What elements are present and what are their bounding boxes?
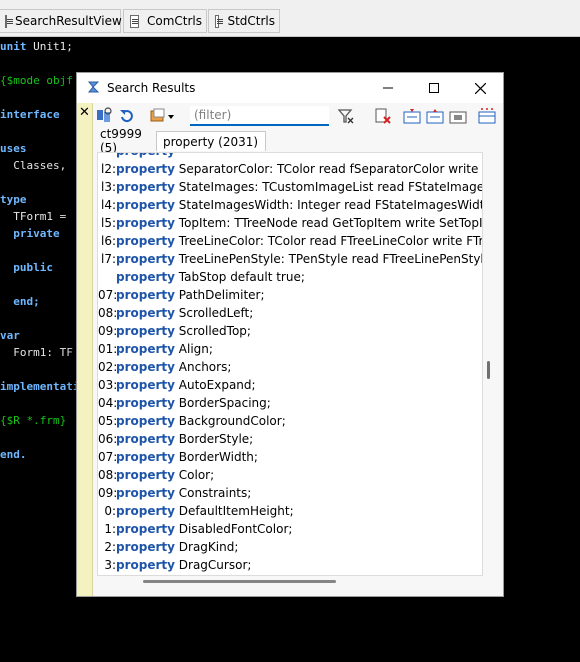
result-tab-ct9999[interactable]: ct9999 (5) [94, 127, 154, 155]
list-item[interactable]: l4:property StateImagesWidth: Integer re… [98, 196, 482, 214]
editor-tab-searchresultview[interactable]: SearchResultView [0, 9, 122, 33]
result-tab-property[interactable]: property (2031) [156, 131, 266, 151]
list-item[interactable]: 06:property BorderStyle; [98, 430, 253, 448]
list-item[interactable]: 09:property ScrolledTop; [98, 322, 251, 340]
collapse-all-icon[interactable] [426, 107, 444, 125]
code-line: uses [0, 142, 27, 155]
list-item[interactable]: 05:property BackgroundColor; [98, 412, 286, 430]
list-item[interactable]: 02:property Anchors; [98, 358, 231, 376]
code-line: {$R *.frm} [0, 414, 67, 427]
close-panel-strip: ✕ [77, 103, 93, 596]
code-line: unit Unit1; [0, 40, 73, 53]
maximize-icon [429, 83, 439, 93]
result-tabs: ct9999 (5) property (2031) [93, 127, 501, 155]
list-item[interactable]: 3:property DragCursor; [98, 556, 251, 574]
editor-tab-label: ComCtrls [146, 14, 202, 28]
editor-tab-label: StdCtrls [227, 14, 275, 28]
document-icon [130, 14, 139, 28]
code-line: var [0, 329, 20, 342]
window-titlebar[interactable]: Search Results [77, 73, 503, 103]
editor-tab-bar: SearchResultView ComCtrls StdCtrls [0, 0, 580, 37]
list-item[interactable]: l5:property TopItem: TTreeNode read GetT… [98, 214, 482, 232]
code-line: private [0, 227, 60, 240]
code-line: TForm1 = [0, 210, 67, 223]
editor-tab-comctrls[interactable]: ComCtrls [123, 9, 207, 33]
code-line: interface [0, 108, 60, 121]
list-item[interactable]: 2:property DragKind; [98, 538, 238, 556]
list-item[interactable]: 08:property Color; [98, 466, 214, 484]
close-page-icon[interactable] [374, 107, 392, 125]
list-item[interactable]: l6:property TreeLineColor: TColor read F… [98, 232, 482, 250]
close-icon [474, 82, 486, 94]
search-results-app-icon [87, 81, 100, 93]
copy-dropdown-icon[interactable] [149, 107, 177, 125]
filter-input[interactable] [190, 106, 329, 126]
code-line: end; [0, 295, 40, 308]
code-line: type [0, 193, 27, 206]
code-line: Form1: TF [0, 346, 73, 359]
list-item[interactable]: 08:property ScrolledLeft; [98, 304, 253, 322]
code-line: end. [0, 448, 27, 461]
list-item[interactable]: 07:property BorderWidth; [98, 448, 258, 466]
list-item[interactable]: 01:property Align; [98, 340, 213, 358]
list-item[interactable]: l3:property StateImages: TCustomImageLis… [98, 178, 482, 196]
minimize-icon [383, 87, 393, 89]
list-item[interactable]: l2:property SeparatorColor: TColor read … [98, 160, 482, 178]
code-line: Classes, [0, 159, 67, 172]
document-icon [215, 14, 224, 28]
maximize-button[interactable] [411, 73, 457, 103]
search-results-window: Search Results ✕ (filter) ct9999 (5) pro… [76, 72, 504, 597]
close-panel-button[interactable]: ✕ [79, 105, 90, 120]
document-icon [5, 14, 13, 28]
list-item[interactable]: 1:property DisabledFontColor; [98, 520, 292, 538]
editor-tab-label: SearchResultView [15, 14, 122, 28]
clear-filter-icon[interactable] [337, 107, 355, 125]
list-item[interactable]: 04:property BorderSpacing; [98, 394, 271, 412]
list-item[interactable]: property [98, 153, 175, 160]
close-window-button[interactable] [457, 73, 503, 103]
minimize-button[interactable] [365, 73, 411, 103]
list-item[interactable]: 09:property Constraints; [98, 484, 251, 502]
list-item[interactable]: 03:property AutoExpand; [98, 376, 256, 394]
window-title: Search Results [107, 81, 196, 95]
horizontal-scrollbar-thumb[interactable] [143, 580, 336, 583]
code-line: implementati [0, 380, 80, 393]
list-item[interactable]: l7:property TreeLinePenStyle: TPenStyle … [98, 250, 482, 268]
expand-all-icon[interactable] [403, 107, 421, 125]
list-item[interactable]: 0:property DefaultItemHeight; [98, 502, 293, 520]
editor-tab-stdctrls[interactable]: StdCtrls [208, 9, 280, 33]
search-results-list[interactable]: property l2:property SeparatorColor: TCo… [97, 152, 483, 576]
search-again-icon[interactable] [95, 107, 113, 125]
list-item[interactable]: 07:property PathDelimiter; [98, 286, 265, 304]
list-item[interactable]: property TabStop default true; [98, 268, 305, 286]
options-icon[interactable] [449, 107, 467, 125]
code-line: public [0, 261, 53, 274]
code-line: {$mode objf [0, 74, 73, 87]
tree-view-icon[interactable] [478, 107, 496, 125]
vertical-scrollbar-thumb[interactable] [487, 361, 490, 379]
refresh-icon[interactable] [118, 107, 136, 125]
